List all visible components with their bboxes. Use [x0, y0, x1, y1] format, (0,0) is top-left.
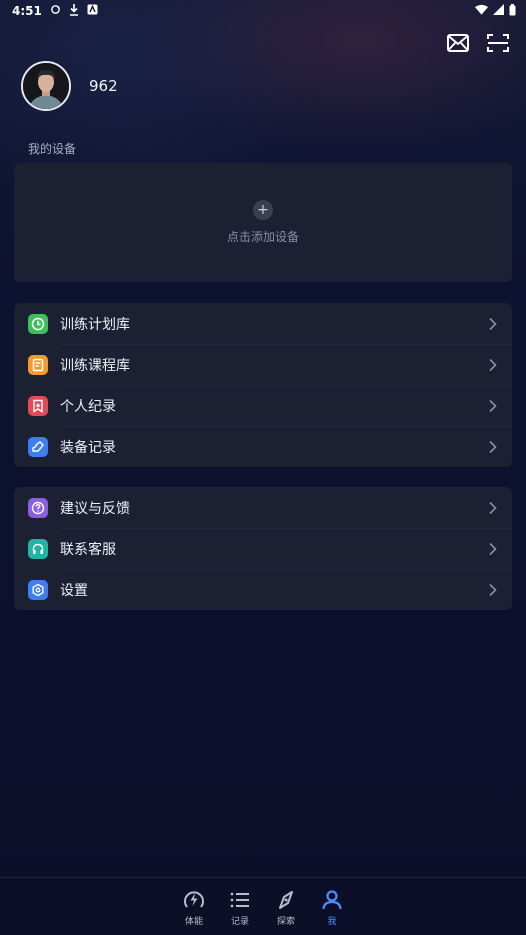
clock-icon: [28, 313, 48, 334]
wifi-icon: [475, 4, 488, 18]
chevron-right-icon: [489, 583, 497, 596]
username: 962: [89, 77, 118, 95]
add-device-label: 点击添加设备: [226, 230, 299, 244]
background: [0, 0, 526, 935]
menu-item-training-courses[interactable]: 训练课程库: [14, 344, 512, 385]
menu-group-training: 训练计划库 训练课程库 个人纪录 装备记录: [14, 303, 512, 467]
menu-item-feedback[interactable]: 建议与反馈: [14, 487, 512, 528]
bottom-tab-bar: 体能 记录 探索 我: [0, 877, 526, 935]
tab-records[interactable]: 记录: [227, 888, 253, 935]
chevron-right-icon: [489, 542, 497, 555]
chevron-right-icon: [489, 399, 497, 412]
bookmark-star-icon: [28, 395, 48, 416]
compass-icon: [279, 891, 293, 909]
avatar-portrait: [23, 63, 69, 109]
document-icon: [28, 354, 48, 375]
menu-item-label: 联系客服: [60, 541, 116, 558]
shoe-icon: [28, 436, 48, 457]
menu-item-customer-service[interactable]: 联系客服: [14, 528, 512, 569]
status-time: 4:51: [12, 4, 42, 18]
chevron-right-icon: [489, 501, 497, 514]
menu-item-label: 训练计划库: [60, 316, 130, 333]
top-actions: [446, 32, 510, 54]
lightning-gauge-icon: [184, 891, 204, 908]
app-notification-icon: [87, 4, 98, 18]
avatar[interactable]: [21, 61, 71, 111]
menu-item-label: 训练课程库: [60, 357, 130, 374]
tab-label: 我: [327, 917, 337, 927]
scan-icon: [487, 34, 509, 52]
sync-icon: [50, 4, 61, 18]
status-bar: 4:51: [0, 0, 526, 22]
tab-fitness[interactable]: 体能: [181, 888, 207, 935]
tab-explore[interactable]: 探索: [273, 888, 299, 935]
mail-icon: [447, 34, 469, 52]
menu-item-training-plans[interactable]: 训练计划库: [14, 303, 512, 344]
message-button[interactable]: [446, 32, 470, 54]
person-icon: [322, 890, 342, 910]
tab-label: 探索: [276, 917, 295, 927]
menu-item-equipment-records[interactable]: 装备记录: [14, 426, 512, 467]
menu-item-label: 设置: [60, 582, 88, 599]
list-icon: [230, 892, 249, 908]
question-icon: [28, 497, 48, 518]
menu-item-label: 装备记录: [60, 439, 116, 456]
plus-icon: +: [253, 200, 273, 220]
scan-button[interactable]: [486, 32, 510, 54]
tab-me[interactable]: 我: [319, 888, 345, 935]
devices-section-label: 我的设备: [28, 142, 77, 156]
menu-item-label: 个人纪录: [60, 398, 116, 415]
menu-group-support: 建议与反馈 联系客服 设置: [14, 487, 512, 610]
menu-item-personal-records[interactable]: 个人纪录: [14, 385, 512, 426]
profile-header[interactable]: 962: [21, 61, 118, 111]
add-device-card[interactable]: + 点击添加设备: [14, 163, 512, 282]
chevron-right-icon: [489, 440, 497, 453]
chevron-right-icon: [489, 358, 497, 371]
battery-icon: [509, 3, 516, 19]
tab-label: 体能: [184, 917, 203, 927]
download-icon: [69, 3, 79, 19]
menu-item-settings[interactable]: 设置: [14, 569, 512, 610]
hexagon-settings-icon: [28, 579, 48, 600]
menu-item-label: 建议与反馈: [60, 500, 130, 517]
tab-label: 记录: [230, 917, 249, 927]
chevron-right-icon: [489, 317, 497, 330]
cell-signal-icon: [493, 4, 504, 18]
headset-icon: [28, 538, 48, 559]
